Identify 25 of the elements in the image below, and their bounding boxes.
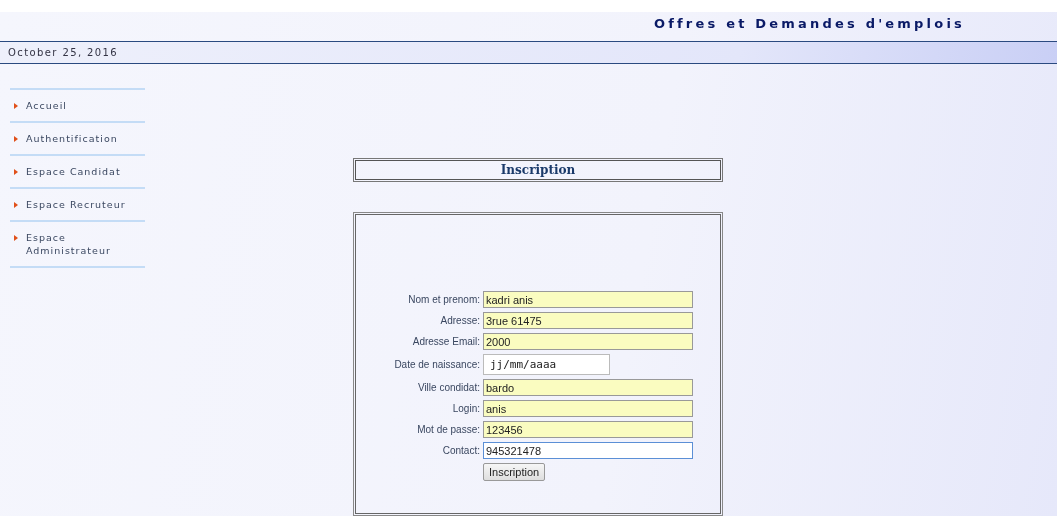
input-field[interactable]: 3rue 61475 <box>483 312 693 329</box>
date-field[interactable]: jj/mm/aaaa <box>483 354 610 375</box>
panel-title: Inscription <box>355 160 721 180</box>
nav-link[interactable]: Authentification <box>10 123 145 156</box>
input-field[interactable]: kadri anis <box>483 291 693 308</box>
date-text: October 25, 2016 <box>8 46 119 58</box>
nav-link[interactable]: Accueil <box>10 90 145 123</box>
input-field[interactable]: anis <box>483 400 693 417</box>
field-label: Login: <box>451 403 480 414</box>
input-field[interactable]: 2000 <box>483 333 693 350</box>
field-label: Ville condidat: <box>416 382 480 393</box>
input-field[interactable]: bardo <box>483 379 693 396</box>
nav-link[interactable]: Espace Recruteur <box>10 189 145 222</box>
field-label: Adresse Email: <box>411 336 480 347</box>
field-label: Mot de passe: <box>416 424 480 435</box>
field-label: Nom et prenom: <box>407 294 480 305</box>
field-label: Contact: <box>441 445 480 456</box>
input-field[interactable]: 123456 <box>483 421 693 438</box>
input-field[interactable]: 945321478 <box>483 442 693 459</box>
nav-link[interactable]: Espace Administrateur <box>10 222 145 268</box>
nav-link[interactable]: Espace Candidat <box>10 156 145 189</box>
field-label: Date de naissance: <box>393 359 480 370</box>
field-label: Adresse: <box>439 315 480 326</box>
site-title: Offres et Demandes d'emplois <box>653 15 965 31</box>
submit-button[interactable]: Inscription <box>483 463 546 481</box>
